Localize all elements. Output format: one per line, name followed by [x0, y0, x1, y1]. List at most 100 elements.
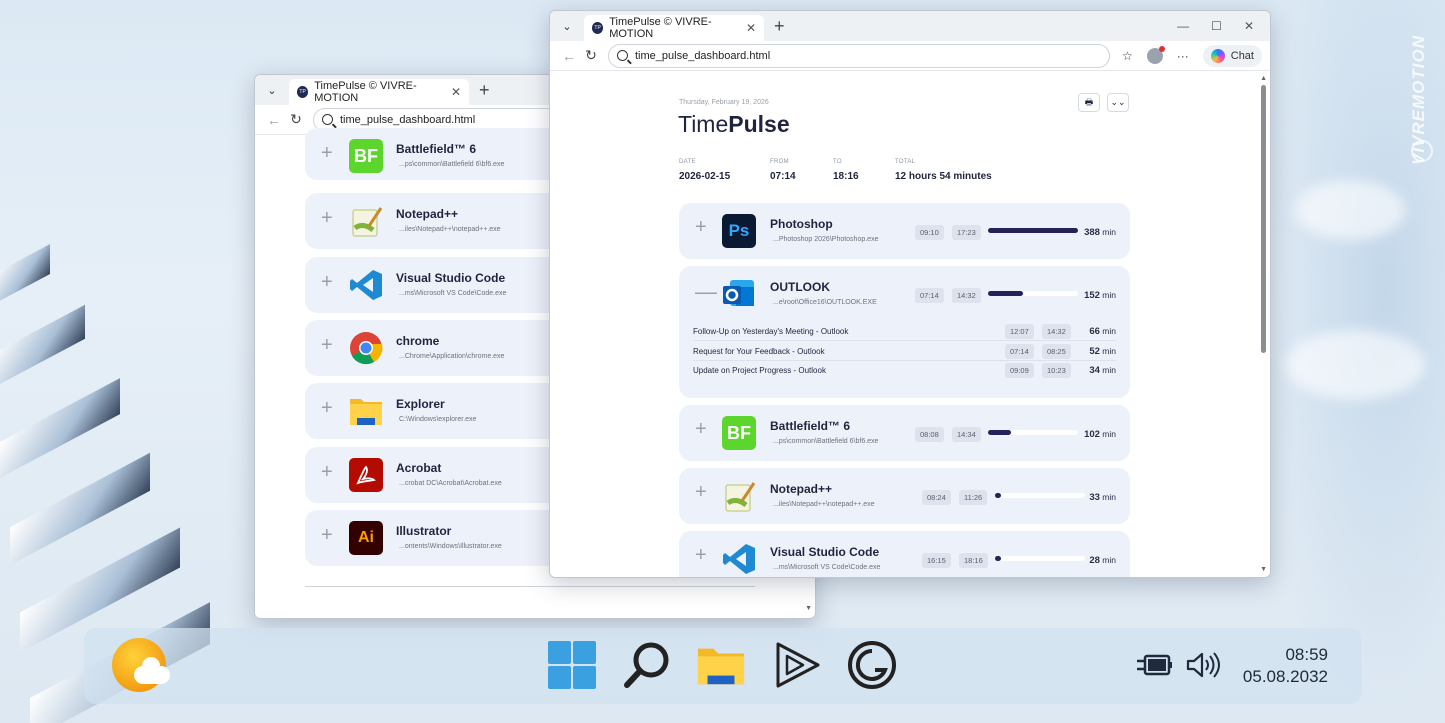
acrobat-icon	[349, 457, 383, 492]
browser-tab[interactable]: TP TimePulse © VIVRE-MOTION ✕	[289, 79, 469, 105]
vscode-icon	[722, 542, 756, 576]
elgato-icon[interactable]	[847, 640, 897, 690]
expand-icon[interactable]: +	[695, 544, 707, 567]
app-name: Notepad++	[396, 207, 459, 222]
expand-icon[interactable]: +	[695, 481, 707, 504]
outlook-icon	[722, 277, 756, 311]
expand-icon[interactable]: +	[321, 524, 333, 547]
scrollbar-thumb[interactable]	[1261, 85, 1266, 353]
print-button[interactable]: 🖶	[1078, 93, 1100, 112]
clock-time: 08:59	[1285, 645, 1328, 664]
favorites-icon[interactable]: ☆	[1122, 49, 1133, 63]
meta-value: 2026-02-15	[679, 171, 731, 182]
timepulse-favicon-icon: TP	[297, 86, 309, 98]
expand-icon[interactable]: +	[321, 334, 333, 357]
usage-minutes: 28 min	[1089, 555, 1116, 566]
minimize-icon[interactable]: —	[1177, 19, 1189, 33]
expand-icon[interactable]: +	[321, 271, 333, 294]
usage-bar-fill	[988, 291, 1023, 296]
start-time-badge: 08:24	[922, 490, 951, 505]
app-name: Notepad++	[770, 482, 833, 496]
end-time-badge: 17:23	[952, 225, 981, 240]
back-arrow-icon[interactable]: ←	[558, 48, 580, 64]
file-explorer-icon[interactable]	[696, 640, 746, 690]
meta-value: 07:14	[770, 171, 796, 182]
vscode-icon	[349, 268, 383, 302]
app-path: ...iles\Notepad++\notepad++.exe	[399, 226, 501, 234]
app-name: Visual Studio Code	[396, 270, 506, 285]
start-time-badge: 16:15	[922, 553, 951, 568]
expand-icon[interactable]: +	[321, 397, 333, 420]
app-path: ...ps\common\Battlefield 6\bf6.exe	[773, 438, 879, 445]
app-card[interactable]: + BF Battlefield™ 6 ...ps\common\Battlefiel…	[679, 405, 1130, 461]
page-title: TimePulse	[678, 111, 790, 137]
collapse-all-button[interactable]: ⌄⌄	[1107, 93, 1129, 112]
usage-bar	[995, 493, 1085, 498]
refresh-icon[interactable]: ↻	[285, 111, 307, 128]
expand-icon[interactable]: +	[695, 418, 707, 441]
url-text: time_pulse_dashboard.html	[635, 49, 771, 62]
new-tab-button[interactable]: +	[774, 16, 785, 37]
app-path: ...ontents\Windows\Illustrator.exe	[399, 542, 502, 550]
new-tab-button[interactable]: +	[479, 80, 490, 101]
app-path: C:\Windows\explorer.exe	[399, 416, 477, 424]
scroll-down-arrow-icon[interactable]: ▼	[1260, 566, 1267, 573]
refresh-icon[interactable]: ↻	[580, 47, 602, 64]
address-bar: ← ↻ time_pulse_dashboard.html ☆ ··· Chat	[550, 41, 1270, 71]
start-time-badge: 07:14	[915, 288, 944, 303]
chat-button[interactable]: Chat	[1202, 44, 1262, 67]
tab-title: TimePulse © VIVRE-MOTION	[314, 80, 417, 104]
app-path: ...Chrome\Application\chrome.exe	[399, 352, 505, 360]
more-options-icon[interactable]: ···	[1177, 49, 1189, 63]
close-window-icon[interactable]: ✕	[1244, 19, 1254, 33]
profile-avatar-icon[interactable]	[1146, 45, 1165, 64]
app-path: ...ms\Microsoft VS Code\Code.exe	[399, 289, 507, 297]
session-minutes: 34 min	[1089, 365, 1116, 377]
cloud-decoration	[1285, 330, 1425, 400]
system-clock[interactable]: 08:59 05.08.2032	[1243, 644, 1328, 688]
session-minutes: 66 min	[1089, 326, 1116, 337]
app-card[interactable]: + Notepad++ ...iles\Notepad++\notepad++.ex…	[679, 468, 1130, 524]
url-field[interactable]: time_pulse_dashboard.html	[608, 43, 1110, 68]
tab-list-dropdown[interactable]: ⌄	[261, 79, 283, 101]
media-player-icon[interactable]	[772, 640, 822, 690]
tab-list-dropdown[interactable]: ⌄	[556, 15, 578, 37]
app-name: Explorer	[396, 397, 445, 412]
session-row[interactable]: Request for Your Feedback - Outlook 07:14…	[693, 342, 1116, 361]
app-path: ...ps\common\Battlefield 6\bf6.exe	[399, 161, 505, 168]
session-row[interactable]: Update on Project Progress - Outlook 09:0…	[693, 361, 1116, 380]
photoshop-icon: Ps	[722, 214, 756, 248]
expand-icon[interactable]: +	[321, 207, 333, 230]
expand-icon[interactable]: +	[695, 216, 707, 239]
search-icon	[617, 50, 628, 61]
app-card[interactable]: + Visual Studio Code ...ms\Microsoft VS Co…	[679, 531, 1130, 577]
app-name: chrome	[396, 333, 440, 348]
end-time-badge: 18:16	[959, 553, 988, 568]
session-row[interactable]: Follow-Up on Yesterday's Meeting - Outlo…	[693, 322, 1116, 341]
copilot-icon	[1210, 48, 1225, 63]
browser-tab[interactable]: TP TimePulse © VIVRE-MOTION ✕	[584, 15, 764, 41]
notepad-plus-plus-icon	[349, 204, 383, 238]
app-path: ...Photoshop 2026\Photoshop.exe	[773, 236, 879, 243]
scroll-down-arrow-icon[interactable]: ▼	[805, 605, 812, 612]
windows-start-icon[interactable]	[547, 640, 597, 690]
session-title: Request for Your Feedback - Outlook	[693, 346, 825, 356]
close-tab-icon[interactable]: ✕	[746, 21, 756, 35]
usage-bar-fill	[995, 493, 1001, 498]
expand-icon[interactable]: +	[321, 142, 333, 165]
scroll-up-arrow-icon[interactable]: ▲	[1260, 75, 1267, 82]
chat-label: Chat	[1230, 49, 1254, 62]
close-tab-icon[interactable]: ✕	[451, 85, 461, 99]
app-card[interactable]: — OUTLOOK ...e\root\Office16\OUTLOOK.EXE 07…	[679, 266, 1130, 398]
back-arrow-icon[interactable]: ←	[263, 112, 285, 128]
volume-icon[interactable]	[1182, 640, 1224, 690]
collapse-icon[interactable]: —	[695, 279, 717, 305]
maximize-icon[interactable]: ☐	[1211, 19, 1222, 33]
search-icon[interactable]	[622, 640, 672, 690]
battery-charging-icon[interactable]	[1136, 640, 1174, 690]
expand-icon[interactable]: +	[321, 461, 333, 484]
battlefield-icon: BF	[349, 139, 383, 173]
app-card[interactable]: + Ps Photoshop ...Photoshop 2026\Photoshop.…	[679, 203, 1130, 259]
end-time-badge: 14:34	[952, 427, 981, 442]
session-end-badge: 08:25	[1042, 343, 1071, 359]
